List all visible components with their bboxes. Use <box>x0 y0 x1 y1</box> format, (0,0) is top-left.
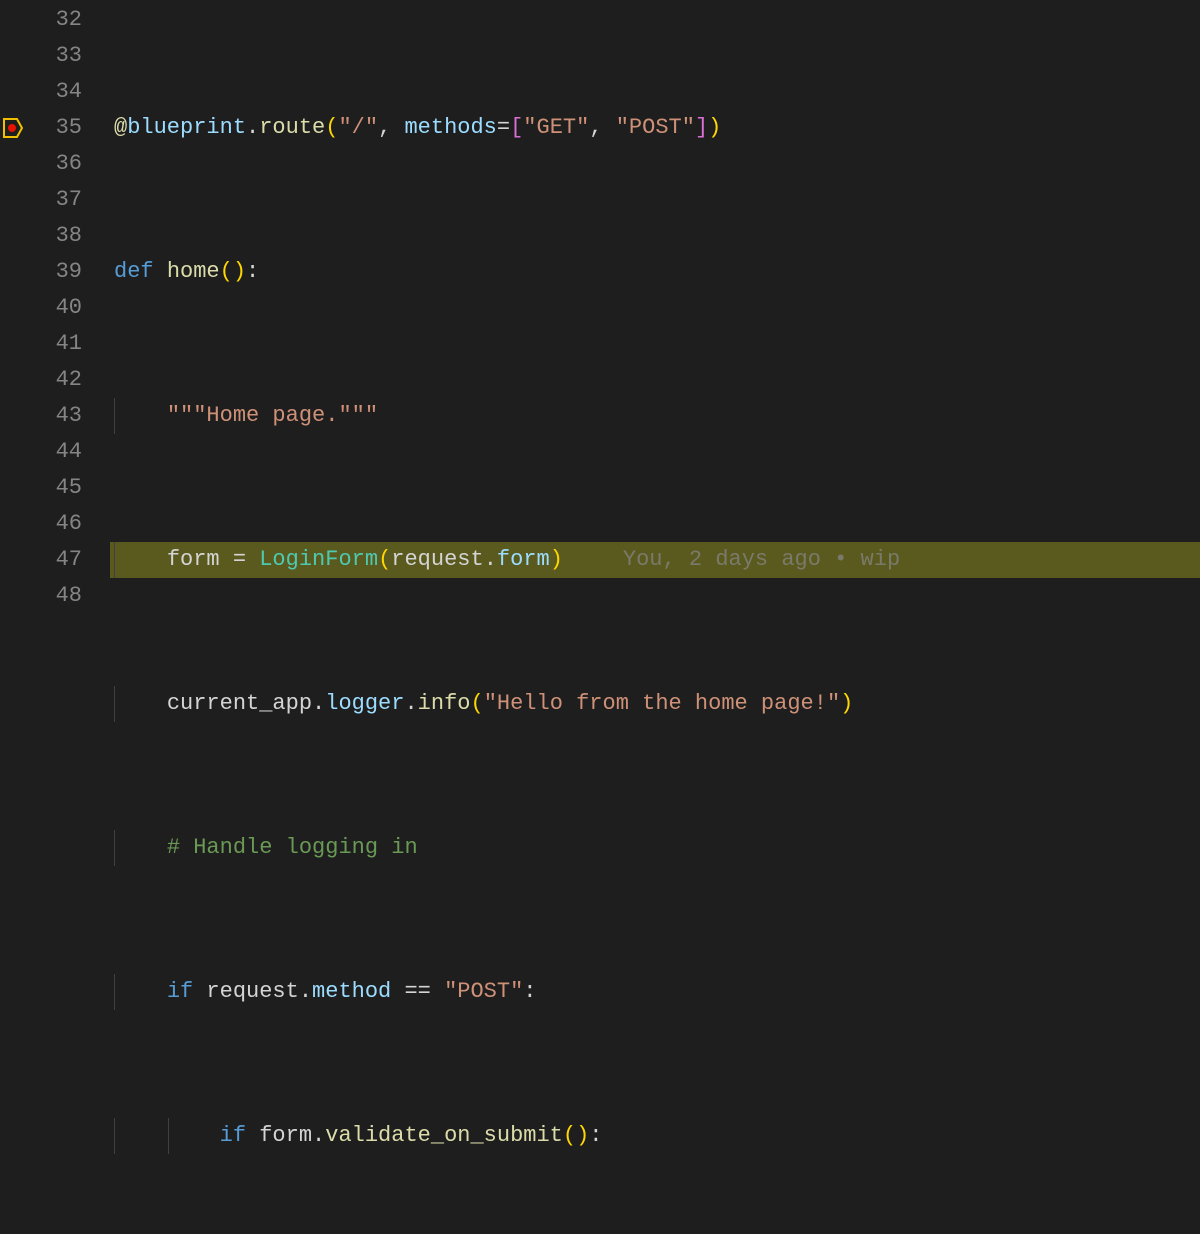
code-line-current[interactable]: form = LoginForm(request.form)You, 2 day… <box>110 542 1200 578</box>
line-number: 44 <box>0 434 82 470</box>
line-number: 39 <box>0 254 82 290</box>
code-line[interactable]: current_app.logger.info("Hello from the … <box>110 686 1200 722</box>
line-number: 38 <box>0 218 82 254</box>
line-number: 46 <box>0 506 82 542</box>
gutter: 32 33 34 35 36 37 38 39 40 41 42 43 44 4… <box>0 0 110 617</box>
code-line[interactable]: if request.method == "POST": <box>110 974 1200 1010</box>
code-line[interactable]: def home(): <box>110 254 1200 290</box>
line-number: 37 <box>0 182 82 218</box>
line-number: 33 <box>0 38 82 74</box>
line-number: 45 <box>0 470 82 506</box>
line-number: 43 <box>0 398 82 434</box>
line-number: 48 <box>0 578 82 614</box>
git-blame-annotation: You, 2 days ago • wip <box>563 547 900 572</box>
line-number: 32 <box>0 2 82 38</box>
line-number: 47 <box>0 542 82 578</box>
code-area[interactable]: @blueprint.route("/", methods=["GET", "P… <box>110 0 1200 617</box>
code-line[interactable]: # Handle logging in <box>110 830 1200 866</box>
code-editor[interactable]: 32 33 34 35 36 37 38 39 40 41 42 43 44 4… <box>0 0 1200 617</box>
line-number: 36 <box>0 146 82 182</box>
breakpoint-icon[interactable] <box>2 118 24 138</box>
line-number: 35 <box>0 110 82 146</box>
line-number: 40 <box>0 290 82 326</box>
code-line[interactable]: if form.validate_on_submit(): <box>110 1118 1200 1154</box>
line-number: 41 <box>0 326 82 362</box>
code-line[interactable]: @blueprint.route("/", methods=["GET", "P… <box>110 110 1200 146</box>
line-number: 34 <box>0 74 82 110</box>
line-number: 42 <box>0 362 82 398</box>
code-line[interactable]: """Home page.""" <box>110 398 1200 434</box>
